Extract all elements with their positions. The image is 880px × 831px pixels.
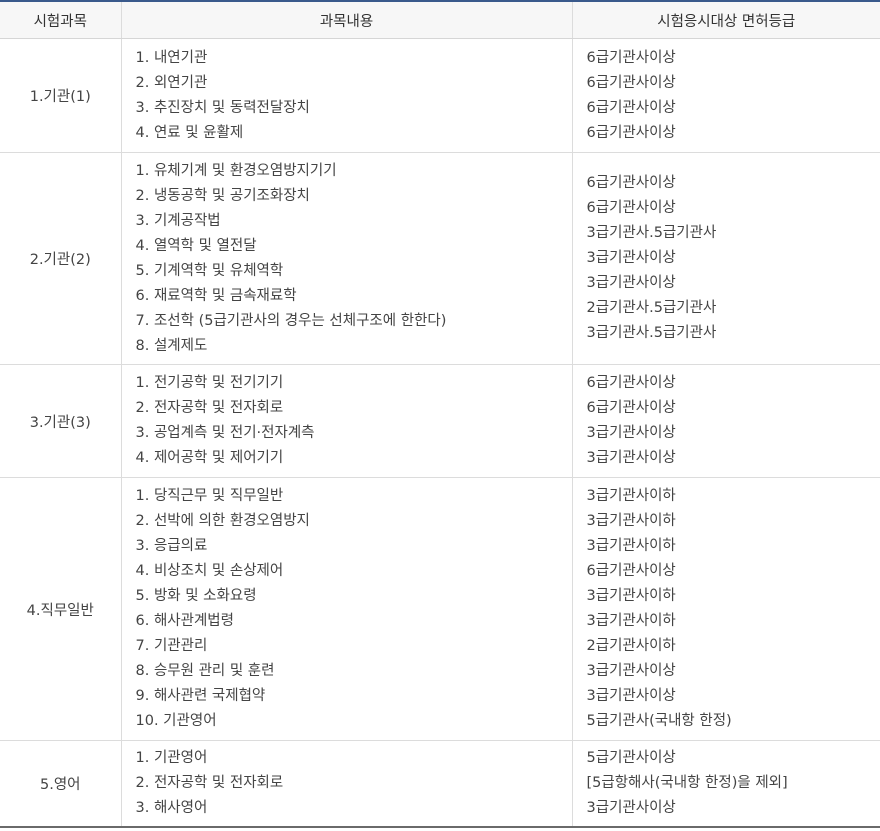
content-item: 8. 설계제도 — [135, 337, 208, 354]
license-level-cell: 6급기관사이상 6급기관사이상 3급기관사이상 3급기관사이상 — [571, 364, 880, 478]
content-item: 1. 기관영어 — [135, 749, 208, 766]
content-item: 8. 승무원 관리 및 훈련 — [135, 663, 275, 679]
header-content: 과목내용 — [120, 0, 572, 39]
license-level-item: 3급기관사이하 — [586, 613, 676, 629]
license-level-item: 3급기관사이상 — [586, 425, 676, 441]
license-level-item: 3급기관사이하 — [586, 513, 676, 529]
content-item: 1. 내연기관 — [135, 49, 208, 66]
subject-cell: 4.직무일반 — [0, 477, 121, 741]
license-level-item: 3급기관사이상 — [586, 799, 676, 816]
subject-cell: 1.기관(1) — [0, 38, 121, 153]
license-level-item: 6급기관사이상 — [586, 563, 676, 579]
content-cell: 1. 당직근무 및 직무일반 2. 선박에 의한 환경오염방지 3. 응급의료 4. … — [120, 477, 572, 741]
license-level-item: 6급기관사이상 — [586, 74, 676, 91]
license-level-item: 6급기관사이상 — [586, 49, 676, 66]
content-cell: 1. 기관영어 2. 전자공학 및 전자회로 3. 해사영어 — [120, 740, 572, 828]
license-level-item: 3급기관사이상 — [586, 688, 676, 704]
content-item: 3. 공업계측 및 전기·전자계측 — [135, 425, 315, 441]
content-list: 1. 유체기계 및 환경오염방지기기 2. 냉동공학 및 공기조화장치 3. 기계공… — [122, 159, 572, 359]
license-level-item: 3급기관사이상 — [586, 250, 676, 266]
table-row: 3.기관(3) 1. 전기공학 및 전기기기 2. 전자공학 및 전자회로 3. 공업… — [0, 364, 880, 478]
content-item: 4. 연료 및 윤활제 — [135, 124, 244, 141]
table-row: 4.직무일반 1. 당직근무 및 직무일반 2. 선박에 의한 환경오염방지 3. 응… — [0, 477, 880, 741]
license-level-list: 5급기관사이상 [5급항해사(국내항 한정)을 제외] 3급기관사이상 — [573, 746, 880, 821]
content-item: 2. 전자공학 및 전자회로 — [135, 774, 284, 791]
license-level-cell: 3급기관사이하 3급기관사이하 3급기관사이하 6급기관사이상 3급기관사이하 3급기관사… — [571, 477, 880, 741]
content-item: 5. 방화 및 소화요령 — [135, 588, 257, 604]
license-level-item: 2급기관사이하 — [586, 638, 676, 654]
content-item: 1. 전기공학 및 전기기기 — [135, 375, 284, 391]
content-item: 10. 기관영어 — [135, 713, 217, 729]
content-cell: 1. 내연기관 2. 외연기관 3. 추진장치 및 동력전달장치 4. 연료 및 윤활… — [120, 38, 572, 153]
content-item: 4. 비상조치 및 손상제어 — [135, 563, 284, 579]
content-list: 1. 당직근무 및 직무일반 2. 선박에 의한 환경오염방지 3. 응급의료 4. … — [122, 484, 572, 734]
content-cell: 1. 유체기계 및 환경오염방지기기 2. 냉동공학 및 공기조화장치 3. 기계공… — [120, 152, 572, 365]
license-level-cell: 6급기관사이상 6급기관사이상 6급기관사이상 6급기관사이상 — [571, 38, 880, 153]
license-level-item: 6급기관사이상 — [586, 375, 676, 391]
license-level-list: 6급기관사이상 6급기관사이상 6급기관사이상 6급기관사이상 — [573, 46, 880, 146]
license-level-item: 6급기관사이상 — [586, 200, 676, 216]
content-list: 1. 내연기관 2. 외연기관 3. 추진장치 및 동력전달장치 4. 연료 및 윤활… — [122, 46, 572, 146]
table-row: 2.기관(2) 1. 유체기계 및 환경오염방지기기 2. 냉동공학 및 공기조화장… — [0, 152, 880, 365]
content-list: 1. 기관영어 2. 전자공학 및 전자회로 3. 해사영어 — [122, 746, 572, 821]
license-level-item: 3급기관사이상 — [586, 450, 676, 466]
license-level-item: 6급기관사이상 — [586, 124, 676, 141]
table-body: 1.기관(1) 1. 내연기관 2. 외연기관 3. 추진장치 및 동력전달장치 4. … — [0, 38, 880, 828]
license-level-item: 6급기관사이상 — [586, 99, 676, 116]
subject-cell: 3.기관(3) — [0, 364, 121, 478]
license-level-item: 3급기관사.5급기관사 — [586, 325, 717, 341]
license-level-item: 5급기관사(국내항 한정) — [586, 713, 732, 729]
content-item: 2. 외연기관 — [135, 74, 208, 91]
license-level-item: 3급기관사이상 — [586, 663, 676, 679]
content-item: 3. 기계공작법 — [135, 212, 221, 229]
table-header-row: 시험과목 과목내용 시험응시대상 면허등급 — [0, 0, 880, 39]
content-item: 1. 유체기계 및 환경오염방지기기 — [135, 162, 337, 179]
content-cell: 1. 전기공학 및 전기기기 2. 전자공학 및 전자회로 3. 공업계측 및 전기… — [120, 364, 572, 478]
license-level-item: 3급기관사이하 — [586, 538, 676, 554]
license-level-item: 6급기관사이상 — [586, 175, 676, 191]
license-level-cell: 5급기관사이상 [5급항해사(국내항 한정)을 제외] 3급기관사이상 — [571, 740, 880, 828]
exam-subject-table: 시험과목 과목내용 시험응시대상 면허등급 1.기관(1) 1. 내연기관 2. 외… — [0, 0, 880, 828]
license-level-item: 3급기관사.5급기관사 — [586, 225, 717, 241]
license-level-item: 3급기관사이상 — [586, 275, 676, 291]
license-level-item: 5급기관사이상 — [586, 749, 676, 766]
content-item: 7. 기관관리 — [135, 638, 208, 654]
content-item: 4. 제어공학 및 제어기기 — [135, 450, 284, 466]
content-item: 7. 조선학 (5급기관사의 경우는 선체구조에 한한다) — [135, 312, 447, 329]
content-item: 5. 기계역학 및 유체역학 — [135, 262, 284, 279]
subject-cell: 2.기관(2) — [0, 152, 121, 365]
license-level-cell: 6급기관사이상 6급기관사이상 3급기관사.5급기관사 3급기관사이상 3급기관사이상 2… — [571, 152, 880, 365]
table-row: 5.영어 1. 기관영어 2. 전자공학 및 전자회로 3. 해사영어 5급기관사이상 [… — [0, 740, 880, 828]
header-subject: 시험과목 — [0, 0, 121, 39]
license-level-list: 6급기관사이상 6급기관사이상 3급기관사.5급기관사 3급기관사이상 3급기관사이상 2… — [573, 171, 880, 346]
header-license-level: 시험응시대상 면허등급 — [571, 0, 880, 39]
content-item: 3. 해사영어 — [135, 799, 208, 816]
content-item: 1. 당직근무 및 직무일반 — [135, 488, 284, 504]
license-level-item: 2급기관사.5급기관사 — [586, 300, 717, 316]
content-item: 4. 열역학 및 열전달 — [135, 237, 257, 254]
table-row: 1.기관(1) 1. 내연기관 2. 외연기관 3. 추진장치 및 동력전달장치 4. … — [0, 38, 880, 153]
content-item: 2. 전자공학 및 전자회로 — [135, 400, 284, 416]
license-level-item: 3급기관사이하 — [586, 588, 676, 604]
content-item: 3. 응급의료 — [135, 538, 208, 554]
content-item: 3. 추진장치 및 동력전달장치 — [135, 99, 310, 116]
content-list: 1. 전기공학 및 전기기기 2. 전자공학 및 전자회로 3. 공업계측 및 전기… — [122, 371, 572, 471]
license-level-list: 3급기관사이하 3급기관사이하 3급기관사이하 6급기관사이상 3급기관사이하 3급기관사… — [573, 484, 880, 734]
content-item: 6. 재료역학 및 금속재료학 — [135, 287, 297, 304]
subject-cell: 5.영어 — [0, 740, 121, 828]
content-item: 2. 냉동공학 및 공기조화장치 — [135, 187, 310, 204]
content-item: 2. 선박에 의한 환경오염방지 — [135, 513, 310, 529]
license-level-item: 6급기관사이상 — [586, 400, 676, 416]
license-level-item: [5급항해사(국내항 한정)을 제외] — [586, 774, 788, 791]
license-level-item: 3급기관사이하 — [586, 488, 676, 504]
license-level-list: 6급기관사이상 6급기관사이상 3급기관사이상 3급기관사이상 — [573, 371, 880, 471]
content-item: 9. 해사관련 국제협약 — [135, 688, 266, 704]
content-item: 6. 해사관계법령 — [135, 613, 234, 629]
